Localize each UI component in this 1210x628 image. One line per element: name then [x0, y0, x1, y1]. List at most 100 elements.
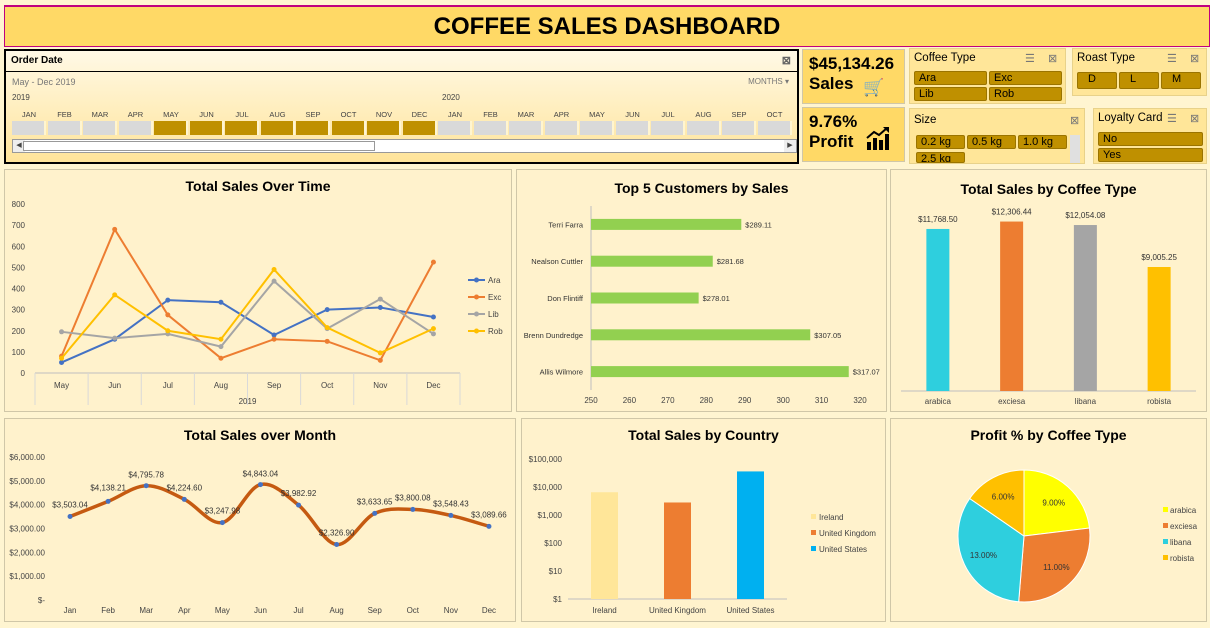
timeline-month-cell[interactable] [544, 121, 579, 135]
legend-label: Ireland [819, 513, 843, 522]
legend-swatch [1163, 523, 1168, 528]
clear-filter-icon[interactable]: ⊠ [782, 54, 791, 67]
slicer-item-0-5kg[interactable]: 0.5 kg [967, 135, 1016, 149]
category-label: Don Flintiff [547, 294, 584, 303]
slicer-scrollbar[interactable] [1070, 135, 1080, 163]
data-label: $12,306.44 [992, 208, 1033, 217]
y-tick-label: $10 [549, 567, 563, 576]
timeline-header-label: Order Date [11, 55, 63, 66]
slicer-item-exc[interactable]: Exc [989, 71, 1062, 85]
scroll-right-icon[interactable]: ▶ [784, 140, 796, 152]
series-point [377, 296, 383, 302]
data-label: $9,005.25 [1141, 253, 1177, 262]
x-tick-label: Ireland [592, 606, 616, 615]
roast-type-slicer[interactable]: Roast Type ☰ ⊠ D L M [1072, 48, 1207, 96]
timeline-month-cell[interactable] [189, 121, 224, 135]
timeline-month-cell[interactable] [438, 121, 472, 135]
x-tick-label: Mar [139, 606, 153, 615]
slicer-item-lib[interactable]: Lib [914, 87, 987, 101]
loyalty-card-slicer[interactable]: Loyalty Card ☰ ⊠ No Yes [1093, 108, 1207, 164]
timeline-month-cell[interactable] [296, 121, 330, 135]
timeline-month-cell[interactable] [367, 121, 401, 135]
timeline-month-cell[interactable] [12, 121, 46, 135]
data-label: $281.68 [717, 257, 744, 266]
timeline-month-cell[interactable] [580, 121, 614, 135]
timeline-month-cell[interactable] [225, 121, 259, 135]
slicer-item-0-2kg[interactable]: 0.2 kg [916, 135, 965, 149]
timeline-month-cell[interactable] [83, 121, 117, 135]
chart-top-5-customers: Top 5 Customers by Sales 250 260 270 280 290… [516, 169, 887, 412]
size-slicer[interactable]: Size ⊠ 0.2 kg 0.5 kg 1.0 kg 2.5 kg [909, 108, 1085, 164]
series-point [271, 266, 277, 272]
growth-chart-icon [865, 126, 891, 157]
order-date-timeline[interactable]: Order Date ⊠ May - Dec 2019 MONTHS ▾ 201… [4, 49, 799, 164]
series-point [271, 278, 277, 284]
multi-select-icon[interactable]: ☰ [1167, 112, 1177, 125]
size-slicer-title: Size [914, 114, 937, 126]
bar [1073, 225, 1097, 391]
clear-filter-icon[interactable]: ⊠ [1190, 112, 1199, 125]
series-point [324, 325, 330, 331]
timeline-month-cell[interactable] [118, 121, 153, 135]
timeline-month-cell[interactable] [722, 121, 756, 135]
x-tick-label: Jan [64, 606, 77, 615]
timeline-month-cell[interactable] [757, 121, 792, 135]
multi-select-icon[interactable]: ☰ [1025, 52, 1035, 65]
y-tick-label: $6,000.00 [9, 453, 45, 462]
timeline-month-label: JAN [447, 110, 463, 119]
timeline-month-cell[interactable] [651, 121, 685, 135]
timeline-month-cell[interactable] [686, 121, 721, 135]
x-tick-label: 280 [700, 396, 714, 405]
y-tick-label: 100 [12, 348, 26, 357]
legend-marker [474, 328, 479, 334]
legend-marker [474, 294, 479, 300]
timeline-month-cell[interactable] [47, 121, 82, 135]
timeline-month-cell[interactable] [154, 121, 188, 135]
slicer-item-1-0kg[interactable]: 1.0 kg [1018, 135, 1067, 149]
data-label: $3,548.43 [433, 499, 469, 508]
slicer-item-m[interactable]: M [1161, 72, 1201, 89]
slicer-item-no[interactable]: No [1098, 132, 1203, 146]
slicer-item-yes[interactable]: Yes [1098, 148, 1203, 162]
chart-sales-by-coffee-type: Total Sales by Coffee Type $11,768.50 ara… [890, 169, 1207, 412]
x-tick-label: robista [1147, 397, 1172, 406]
multi-select-icon[interactable]: ☰ [1167, 52, 1177, 65]
clear-filter-icon[interactable]: ⊠ [1048, 52, 1057, 65]
timeline-month-cell[interactable] [473, 121, 508, 135]
y-tick-label: 600 [12, 242, 26, 251]
data-label: $4,843.04 [243, 470, 279, 479]
bar [591, 492, 618, 599]
timeline-granularity-dropdown[interactable]: MONTHS ▾ [748, 77, 789, 86]
series-line-exc [60, 227, 435, 362]
month-line-chart-svg: $- $1,000.00 $2,000.00 $3,000.00 $4,000.00 $5… [9, 453, 507, 615]
data-point [372, 510, 378, 516]
bar [926, 228, 950, 391]
timeline-month-cell[interactable] [331, 121, 366, 135]
slicer-item-ara[interactable]: Ara [914, 71, 987, 85]
timeline-month-cell[interactable] [260, 121, 295, 135]
legend-swatch [1163, 555, 1168, 560]
clear-filter-icon[interactable]: ⊠ [1190, 52, 1199, 65]
column-chart-svg: $11,768.50 arabica $12,306.44 exciesa $12,05… [901, 208, 1196, 406]
slicer-item-rob[interactable]: Rob [989, 87, 1062, 101]
sales-kpi-value: $45,134.26 [809, 54, 895, 73]
timeline-scroll-thumb[interactable] [23, 141, 375, 151]
timeline-month-cell[interactable] [509, 121, 543, 135]
timeline-month-cell[interactable] [402, 121, 437, 135]
series-point [377, 305, 383, 311]
slicer-item-2-5kg[interactable]: 2.5 kg [916, 152, 965, 163]
coffee-type-slicer[interactable]: Coffee Type ☰ ⊠ Ara Exc Lib Rob [909, 48, 1066, 104]
y-tick-label: 0 [21, 369, 26, 378]
series-point [59, 355, 65, 361]
timeline-month-label: JUN [199, 110, 214, 119]
x-tick-label: Sep [368, 606, 383, 615]
clear-filter-icon[interactable]: ⊠ [1070, 114, 1079, 127]
legend-swatch [1163, 507, 1168, 512]
pie-chart-svg: 9.00% 11.00% 13.00% 6.00% arabica exciesa liba… [957, 469, 1198, 603]
y-tick-label: 200 [12, 327, 26, 336]
slicer-item-d[interactable]: D [1077, 72, 1117, 89]
timeline-scrollbar[interactable]: ◀ ▶ [12, 139, 797, 153]
timeline-month-cell[interactable] [615, 121, 650, 135]
slicer-item-l[interactable]: L [1119, 72, 1159, 89]
x-tick-label: Dec [426, 381, 440, 390]
